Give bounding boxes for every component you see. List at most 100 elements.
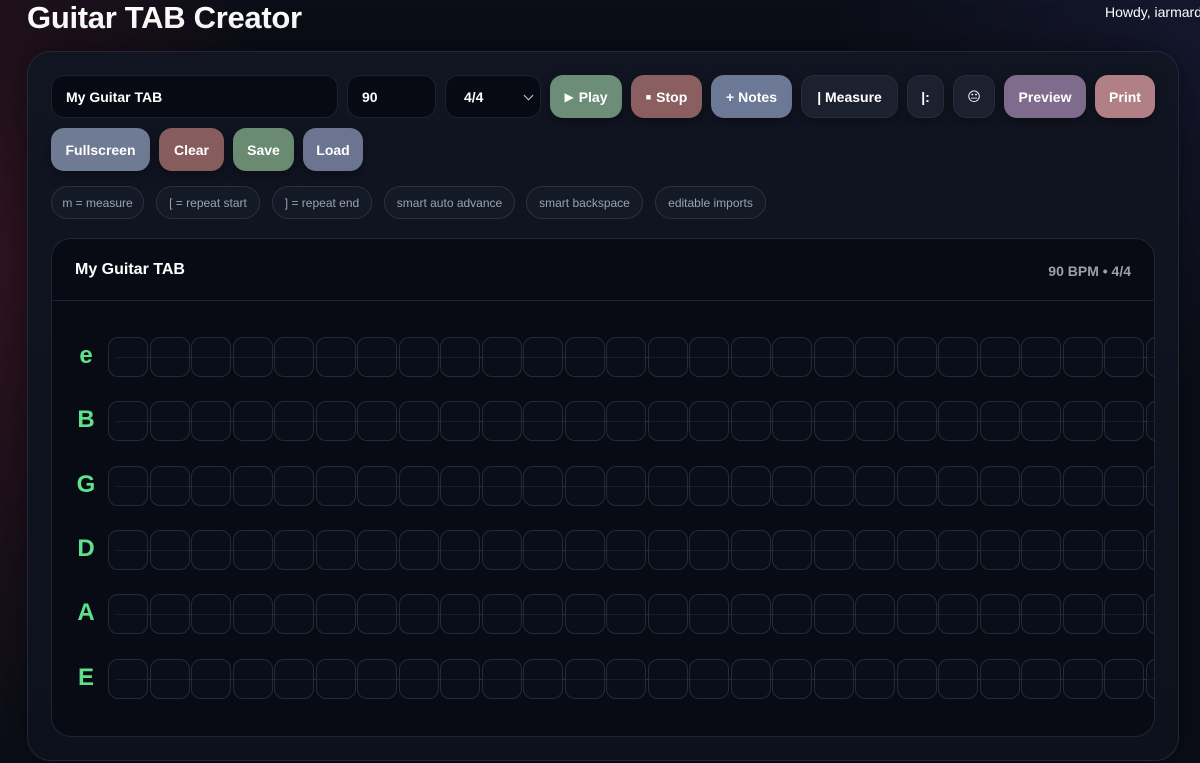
fret-cell[interactable] [191, 401, 231, 441]
fret-cell[interactable] [191, 466, 231, 506]
fret-cell[interactable] [274, 466, 314, 506]
fret-cell[interactable] [689, 594, 729, 634]
fret-cell[interactable] [150, 337, 190, 377]
fret-cell[interactable] [316, 466, 356, 506]
fret-cell[interactable] [814, 401, 854, 441]
fullscreen-button[interactable]: Fullscreen [51, 128, 150, 171]
fret-cell[interactable] [938, 659, 978, 699]
fret-cell[interactable] [855, 530, 895, 570]
fret-cell[interactable] [814, 659, 854, 699]
fret-cell[interactable] [855, 594, 895, 634]
fret-cell[interactable] [399, 337, 439, 377]
fret-cell[interactable] [150, 530, 190, 570]
fret-cell[interactable] [814, 530, 854, 570]
fret-cell[interactable] [606, 594, 646, 634]
fret-cell[interactable] [1021, 401, 1061, 441]
preview-button[interactable]: Preview [1004, 75, 1086, 118]
fret-cell[interactable] [897, 466, 937, 506]
fret-cell[interactable] [108, 659, 148, 699]
fret-cell[interactable] [980, 401, 1020, 441]
fret-cell[interactable] [689, 530, 729, 570]
fret-cell[interactable] [191, 337, 231, 377]
fret-cell[interactable] [233, 466, 273, 506]
fret-cell[interactable] [855, 659, 895, 699]
fret-cell[interactable] [1146, 659, 1154, 699]
fret-cell[interactable] [648, 337, 688, 377]
fret-cell[interactable] [689, 659, 729, 699]
fret-cell[interactable] [482, 659, 522, 699]
print-button[interactable]: Print [1095, 75, 1155, 118]
fret-cell[interactable] [357, 337, 397, 377]
fret-cell[interactable] [897, 659, 937, 699]
fret-cell[interactable] [731, 337, 771, 377]
fret-cell[interactable] [274, 659, 314, 699]
fret-cell[interactable] [1063, 401, 1103, 441]
fret-cell[interactable] [772, 337, 812, 377]
fret-cell[interactable] [357, 594, 397, 634]
fret-cell[interactable] [565, 594, 605, 634]
fret-cell[interactable] [108, 401, 148, 441]
fret-cell[interactable] [274, 401, 314, 441]
fret-cell[interactable] [772, 530, 812, 570]
fret-cell[interactable] [523, 466, 563, 506]
fret-cell[interactable] [482, 594, 522, 634]
fret-cell[interactable] [482, 466, 522, 506]
fret-cell[interactable] [772, 466, 812, 506]
fret-cell[interactable] [814, 337, 854, 377]
fret-cell[interactable] [108, 594, 148, 634]
fret-cell[interactable] [357, 401, 397, 441]
fret-cell[interactable] [399, 466, 439, 506]
fret-cell[interactable] [606, 530, 646, 570]
stop-button[interactable]: ■ Stop [631, 75, 702, 118]
fret-cell[interactable] [648, 530, 688, 570]
fret-cell[interactable] [938, 337, 978, 377]
add-notes-button[interactable]: + Notes [711, 75, 792, 118]
fret-cell[interactable] [233, 594, 273, 634]
time-signature-select[interactable]: 4/4 [445, 75, 541, 118]
fret-cell[interactable] [648, 466, 688, 506]
fret-cell[interactable] [316, 401, 356, 441]
fret-cell[interactable] [980, 594, 1020, 634]
fret-cell[interactable] [897, 530, 937, 570]
fret-cell[interactable] [731, 466, 771, 506]
fret-cell[interactable] [150, 466, 190, 506]
fret-cell[interactable] [440, 659, 480, 699]
fret-cell[interactable] [689, 337, 729, 377]
fret-cell[interactable] [1063, 530, 1103, 570]
fret-cell[interactable] [648, 594, 688, 634]
fret-cell[interactable] [482, 530, 522, 570]
fret-cell[interactable] [731, 401, 771, 441]
fret-cell[interactable] [1146, 337, 1154, 377]
fret-cell[interactable] [1104, 659, 1144, 699]
fret-cell[interactable] [1021, 337, 1061, 377]
fret-cell[interactable] [316, 659, 356, 699]
bpm-input[interactable]: 90 [347, 75, 436, 118]
fret-cell[interactable] [523, 594, 563, 634]
fret-cell[interactable] [606, 466, 646, 506]
fret-cell[interactable] [606, 401, 646, 441]
fret-cell[interactable] [399, 530, 439, 570]
fret-cell[interactable] [938, 466, 978, 506]
fret-cell[interactable] [772, 594, 812, 634]
fret-cell[interactable] [150, 594, 190, 634]
fret-cell[interactable] [606, 337, 646, 377]
fret-cell[interactable] [523, 337, 563, 377]
fret-cell[interactable] [980, 530, 1020, 570]
fret-cell[interactable] [855, 337, 895, 377]
fret-cell[interactable] [316, 530, 356, 570]
fret-cell[interactable] [233, 530, 273, 570]
fret-cell[interactable] [440, 337, 480, 377]
fret-cell[interactable] [814, 466, 854, 506]
fret-cell[interactable] [399, 594, 439, 634]
fret-cell[interactable] [689, 466, 729, 506]
fret-cell[interactable] [897, 594, 937, 634]
fret-cell[interactable] [772, 659, 812, 699]
fret-cell[interactable] [897, 401, 937, 441]
fret-cell[interactable] [938, 594, 978, 634]
fret-cell[interactable] [648, 659, 688, 699]
play-button[interactable]: ▶ Play [550, 75, 622, 118]
fret-cell[interactable] [440, 466, 480, 506]
fret-cell[interactable] [482, 401, 522, 441]
fret-cell[interactable] [565, 530, 605, 570]
fret-cell[interactable] [108, 337, 148, 377]
